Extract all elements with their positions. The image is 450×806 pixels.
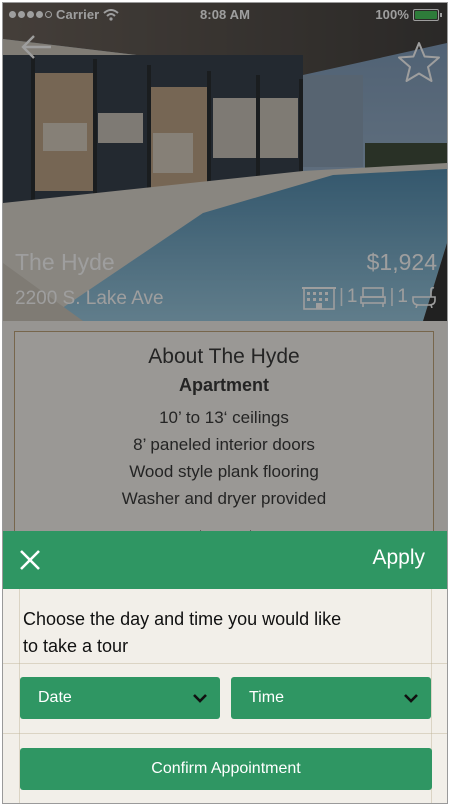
guide-line [3, 663, 447, 664]
date-select-label: Date [38, 689, 72, 706]
sheet-header: Apply [3, 531, 447, 589]
chevron-down-icon [193, 694, 207, 703]
tour-prompt: Choose the day and time you would like t… [23, 609, 342, 656]
confirm-appointment-button[interactable]: Confirm Appointment [20, 748, 432, 790]
phone-screen: Carrier 8:08 AM 100% The Hyde 2200 S. La… [2, 2, 448, 804]
guide-line [3, 733, 447, 734]
apply-button[interactable]: Apply [372, 546, 425, 570]
tour-scheduler-sheet: Apply Choose the day and time you would … [3, 531, 447, 803]
time-select-label: Time [249, 689, 284, 706]
time-select[interactable]: Time [231, 677, 431, 719]
modal-backdrop[interactable] [3, 3, 447, 531]
chevron-down-icon [404, 694, 418, 703]
date-select[interactable]: Date [20, 677, 220, 719]
close-icon[interactable] [15, 545, 45, 575]
